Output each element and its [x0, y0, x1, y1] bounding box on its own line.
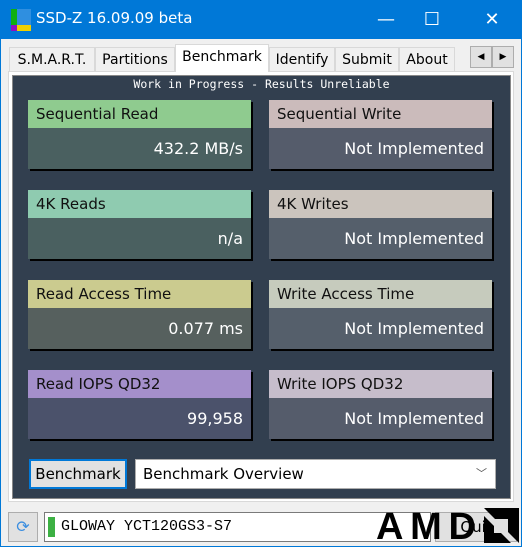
- benchmark-mode-select[interactable]: Benchmark Overview ﹀: [135, 459, 496, 489]
- card-label: Sequential Read: [28, 100, 251, 128]
- tab-scroll-right-icon[interactable]: ▶: [492, 46, 514, 68]
- maximize-button[interactable]: ☐: [409, 1, 455, 39]
- close-button[interactable]: ✕: [469, 1, 515, 39]
- tab-identify[interactable]: Identify: [269, 47, 335, 72]
- refresh-icon: ⟳: [16, 517, 30, 536]
- card-label: 4K Reads: [28, 190, 251, 218]
- tab-scroll-left-icon[interactable]: ◀: [470, 46, 492, 68]
- minimize-button[interactable]: —: [363, 1, 409, 39]
- wip-notice: Work in Progress - Results Unreliable: [133, 77, 390, 91]
- drive-name: GLOWAY YCT120GS3-S7: [61, 518, 233, 535]
- drive-select[interactable]: GLOWAY YCT120GS3-S7: [44, 512, 431, 542]
- svg-text:AMD: AMD: [376, 506, 476, 546]
- card-value: Not Implemented: [269, 308, 492, 349]
- selected-mode: Benchmark Overview: [143, 465, 304, 483]
- card-value: 432.2 MB/s: [28, 128, 251, 169]
- tab-smart[interactable]: S.M.A.R.T.: [9, 47, 95, 72]
- card-value: Not Implemented: [269, 218, 492, 259]
- tab-benchmark[interactable]: Benchmark: [175, 44, 269, 72]
- card-value: n/a: [28, 218, 251, 259]
- card-label: Write Access Time: [269, 280, 492, 308]
- card-label: 4K Writes: [269, 190, 492, 218]
- result-card: Write Access Time Not Implemented: [269, 280, 492, 349]
- result-card: 4K Reads n/a: [28, 190, 251, 259]
- card-label: Read IOPS QD32: [28, 370, 251, 398]
- result-card: 4K Writes Not Implemented: [269, 190, 492, 259]
- card-label: Write IOPS QD32: [269, 370, 492, 398]
- chevron-down-icon: ﹀: [476, 467, 487, 480]
- tab-partitions[interactable]: Partitions: [95, 47, 175, 72]
- card-value: 0.077 ms: [28, 308, 251, 349]
- result-card: Read Access Time 0.077 ms: [28, 280, 251, 349]
- tab-about[interactable]: About: [399, 47, 455, 72]
- card-value: Not Implemented: [269, 398, 492, 439]
- drive-status-indicator: [48, 517, 55, 537]
- title-bar: SSD-Z 16.09.09 beta — ☐ ✕: [1, 1, 522, 39]
- app-icon: [11, 9, 31, 31]
- card-value: Not Implemented: [269, 128, 492, 169]
- tab-submit[interactable]: Submit: [335, 47, 399, 72]
- window-title: SSD-Z 16.09.09 beta: [36, 9, 193, 27]
- result-card: Sequential Read 432.2 MB/s: [28, 100, 251, 169]
- result-card: Read IOPS QD32 99,958: [28, 370, 251, 439]
- result-card: Write IOPS QD32 Not Implemented: [269, 370, 492, 439]
- result-card: Sequential Write Not Implemented: [269, 100, 492, 169]
- card-label: Read Access Time: [28, 280, 251, 308]
- card-label: Sequential Write: [269, 100, 492, 128]
- benchmark-button[interactable]: Benchmark: [29, 459, 127, 489]
- card-value: 99,958: [28, 398, 251, 439]
- refresh-button[interactable]: ⟳: [8, 512, 38, 542]
- amd-logo: AMD: [376, 506, 519, 546]
